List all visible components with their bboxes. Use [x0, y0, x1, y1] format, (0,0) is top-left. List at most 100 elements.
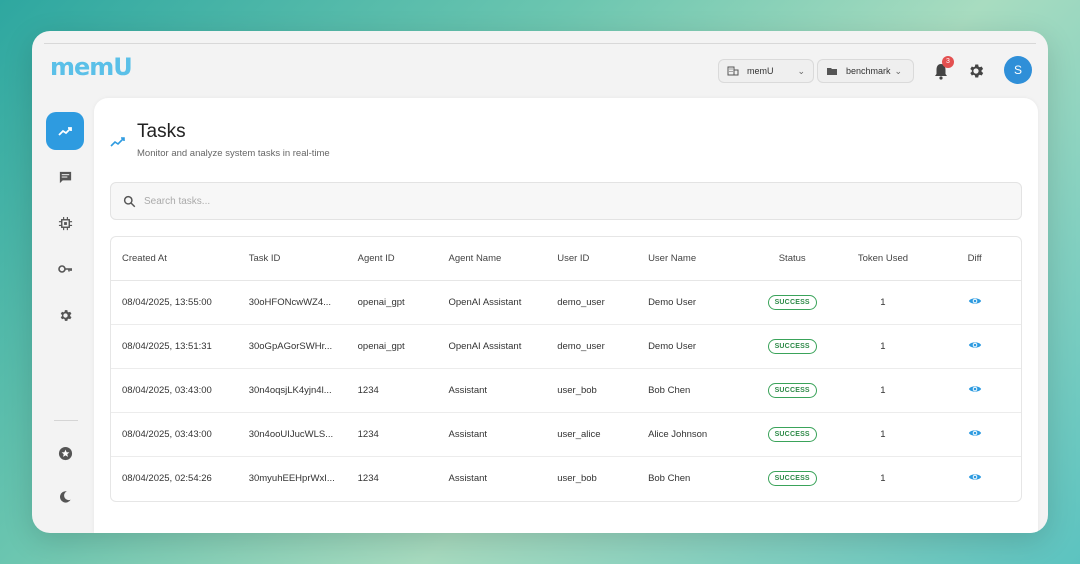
cell-created-at: 08/04/2025, 03:43:00 [111, 368, 238, 413]
cell-user-id: user_alice [546, 412, 638, 457]
table-header-row: Created At Task ID Agent ID Agent Name U… [111, 237, 1021, 281]
cell-diff [928, 412, 1021, 457]
chip-icon [58, 216, 72, 230]
status-badge: SUCCESS [767, 470, 817, 486]
app-logo[interactable]: memU [50, 53, 133, 81]
status-badge: SUCCESS [767, 294, 817, 310]
trending-up-icon [110, 137, 125, 147]
cell-agent-name: OpenAI Assistant [437, 280, 547, 325]
cell-user-name: Alice Johnson [637, 412, 747, 457]
sidebar-item-messages[interactable] [46, 158, 84, 196]
top-bar: memU memU ⌄ benchmark ⌄ 3 S [32, 31, 1048, 107]
star-icon [58, 446, 72, 460]
column-header[interactable]: User Name [637, 237, 747, 281]
cell-task-id: 30oHFONcwWZ4... [237, 280, 347, 325]
page-title: Tasks [137, 121, 186, 142]
column-header[interactable]: Status [746, 237, 838, 281]
main-panel: Tasks Monitor and analyze system tasks i… [94, 98, 1038, 533]
eye-icon[interactable] [968, 426, 982, 440]
key-icon [58, 265, 72, 273]
column-header[interactable]: User ID [546, 237, 638, 281]
cell-agent-name: OpenAI Assistant [437, 324, 547, 369]
org-selector[interactable]: memU ⌄ [718, 59, 814, 83]
eye-icon[interactable] [968, 338, 982, 352]
table-row[interactable]: 08/04/2025, 13:55:00 30oHFONcwWZ4... ope… [111, 280, 1021, 325]
table-row[interactable]: 08/04/2025, 13:51:31 30oGpAGorSWHr... op… [111, 324, 1021, 369]
sidebar-item-favorites[interactable] [46, 434, 84, 472]
chevron-down-icon: ⌄ [797, 65, 805, 76]
cell-status: SUCCESS [746, 280, 838, 325]
cell-task-id: 30oGpAGorSWHr... [237, 324, 347, 369]
cell-agent-id: openai_gpt [346, 324, 438, 369]
column-header[interactable]: Task ID [237, 237, 347, 281]
cell-status: SUCCESS [746, 324, 838, 369]
project-selector[interactable]: benchmark ⌄ [817, 59, 914, 83]
cell-created-at: 08/04/2025, 13:51:31 [111, 324, 238, 369]
gear-icon[interactable] [967, 62, 985, 80]
cell-token-used: 1 [837, 324, 929, 369]
search-input[interactable] [144, 195, 744, 207]
gear-icon [60, 309, 71, 321]
trending-up-icon [58, 127, 72, 136]
cell-diff [928, 324, 1021, 369]
cell-created-at: 08/04/2025, 13:55:00 [111, 280, 238, 325]
sidebar-item-analytics[interactable] [46, 112, 84, 150]
eye-icon[interactable] [968, 382, 982, 396]
column-header[interactable]: Agent Name [437, 237, 547, 281]
cell-user-id: demo_user [546, 324, 638, 369]
notification-badge: 3 [942, 56, 954, 68]
cell-agent-name: Assistant [448, 472, 488, 484]
app-window: memU memU ⌄ benchmark ⌄ 3 S Tasks Monito… [32, 31, 1048, 533]
search-bar [110, 182, 1022, 220]
sidebar-item-theme[interactable] [46, 478, 84, 516]
status-badge: SUCCESS [767, 338, 817, 354]
cell-status: SUCCESS [747, 456, 838, 500]
search-icon [123, 195, 136, 207]
column-header[interactable]: Created At [111, 237, 238, 281]
cell-token-used: 1 [837, 280, 929, 325]
sidebar-item-api-keys[interactable] [46, 250, 84, 288]
org-selector-label: memU [747, 66, 774, 76]
cell-task-id: 30myuhEEHprWxI... [248, 472, 335, 484]
cell-user-id: demo_user [546, 280, 638, 325]
cell-task-id: 30n4ooUIJucWLS... [237, 412, 347, 457]
cell-agent-id: 1234 [346, 368, 438, 413]
building-icon [727, 66, 739, 76]
cell-user-name: Bob Chen [648, 472, 691, 484]
sidebar-divider [54, 420, 78, 421]
table-row[interactable]: 08/04/2025, 03:43:00 30n4ooUIJucWLS... 1… [111, 412, 1021, 457]
page-subtitle: Monitor and analyze system tasks in real… [137, 148, 330, 159]
sidebar-item-settings[interactable] [46, 296, 84, 334]
cell-created-at: 08/04/2025, 02:54:26 [122, 472, 212, 484]
cell-status: SUCCESS [746, 412, 838, 457]
moon-icon [60, 491, 71, 503]
cell-diff [928, 456, 1021, 500]
cell-token-used: 1 [837, 368, 929, 413]
cell-user-id: user_bob [557, 472, 597, 484]
status-badge: SUCCESS [767, 426, 817, 442]
chevron-down-icon: ⌄ [894, 65, 903, 76]
cell-status: SUCCESS [746, 368, 838, 413]
cell-user-name: Demo User [637, 280, 747, 325]
column-header[interactable]: Agent ID [346, 237, 438, 281]
cell-task-id: 30n4oqsjLK4yjn4l... [237, 368, 347, 413]
cell-user-name: Bob Chen [637, 368, 747, 413]
eye-icon[interactable] [968, 294, 982, 308]
tasks-table: Created At Task ID Agent ID Agent Name U… [110, 236, 1022, 502]
top-divider [44, 43, 1036, 44]
cell-agent-id: 1234 [357, 472, 379, 484]
avatar[interactable]: S [1004, 56, 1032, 84]
cell-token-used: 1 [837, 412, 929, 457]
eye-icon[interactable] [968, 470, 982, 484]
column-header[interactable]: Token Used [837, 237, 929, 281]
cell-agent-name: Assistant [437, 412, 547, 457]
folder-icon [827, 68, 837, 75]
cell-agent-name: Assistant [437, 368, 547, 413]
cell-diff [928, 280, 1021, 325]
table-row[interactable]: 08/04/2025, 03:43:00 30n4oqsjLK4yjn4l...… [111, 368, 1021, 413]
table-row[interactable]: 08/04/2025, 02:54:26 30myuhEEHprWxI... 1… [111, 456, 1021, 500]
cell-diff [928, 368, 1021, 413]
column-header[interactable]: Diff [928, 237, 1021, 281]
project-selector-label: benchmark [846, 66, 891, 76]
sidebar-item-agents[interactable] [46, 204, 84, 242]
